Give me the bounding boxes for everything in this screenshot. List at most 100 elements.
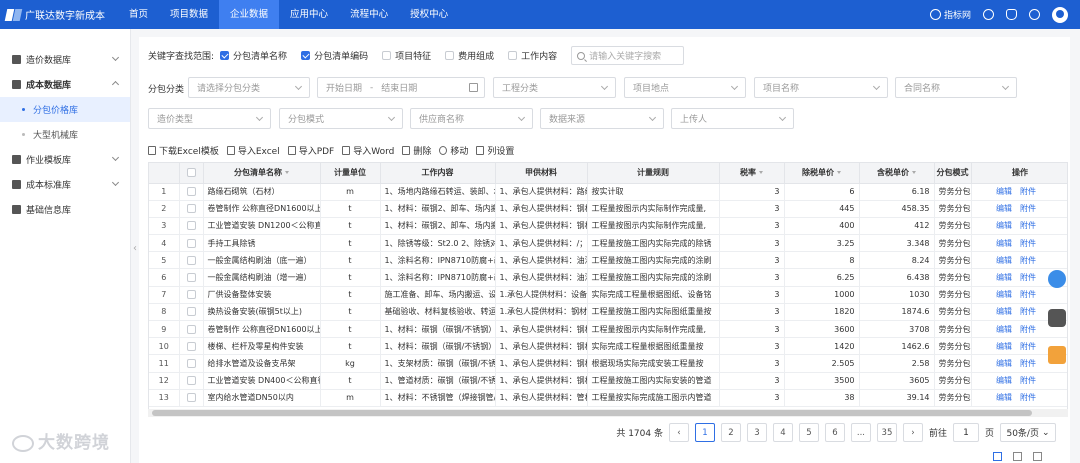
card-view-icon[interactable] xyxy=(1013,452,1022,461)
select-all-checkbox[interactable] xyxy=(186,168,196,178)
search-input[interactable]: 请输入关键字搜索 xyxy=(571,46,685,65)
cell-select[interactable] xyxy=(179,251,204,270)
sidebar-item-standards[interactable]: 成本标准库 xyxy=(0,172,130,197)
page-5[interactable]: 5 xyxy=(798,423,819,442)
download-template-button[interactable]: 下载Excel模板 xyxy=(148,144,219,157)
attachment-link[interactable]: 附件 xyxy=(1020,393,1036,402)
page-35[interactable]: 35 xyxy=(876,423,897,442)
sort-icon[interactable] xyxy=(837,171,841,175)
sort-icon[interactable] xyxy=(759,171,763,175)
column-settings-button[interactable]: 列设置 xyxy=(476,144,514,157)
table-row[interactable]: 6 一般金属结构刷油（增一遍）t1、涂料名称：IPN8710防腐+改性1、承包人提… xyxy=(149,268,1067,287)
grid-view-icon[interactable] xyxy=(993,452,1002,461)
nav-workflow-center[interactable]: 流程中心 xyxy=(339,0,399,29)
page-size-select[interactable]: 50条/页 ⌄ xyxy=(1000,423,1056,442)
edit-link[interactable]: 编辑 xyxy=(996,307,1012,316)
edit-link[interactable]: 编辑 xyxy=(996,342,1012,351)
attachment-link[interactable]: 附件 xyxy=(1020,325,1036,334)
row-checkbox[interactable] xyxy=(186,358,196,368)
prev-page-button[interactable]: ‹ xyxy=(668,423,689,442)
scrollbar-thumb[interactable] xyxy=(152,410,1032,416)
edit-link[interactable]: 编辑 xyxy=(996,376,1012,385)
table-row[interactable]: 10 楼梯、栏杆及零星构件安装 t 1、材料：碳钢（碳钢/不锈钢） 1、承包人提供材料：… xyxy=(149,337,1067,356)
edit-link[interactable]: 编辑 xyxy=(996,256,1012,265)
more-view-icon[interactable] xyxy=(1033,452,1042,461)
sidebar-collapse-icon[interactable]: ‹ xyxy=(133,243,137,254)
table-row[interactable]: 1 路缘石砌筑（石材）m1、场地内路缘石转运、装卸、堆1、承包人提供材料：路缘石按… xyxy=(149,183,1067,201)
sidebar-item-subcontract-price[interactable]: 分包价格库 xyxy=(0,97,130,122)
column-header-price-inc-tax[interactable]: 含税单价 xyxy=(859,163,935,184)
sidebar-item-costing-db[interactable]: 成本数据库 xyxy=(0,72,130,97)
page-2[interactable]: 2 xyxy=(720,423,741,442)
cell-select[interactable] xyxy=(179,320,204,339)
table-row[interactable]: 13 室内给水管道DN50以内 m 1、材料：不锈钢管（焊接钢管/E 1、承包人提供材料… xyxy=(149,389,1067,407)
import-excel-button[interactable]: 导入Excel xyxy=(226,144,280,157)
checkbox-icon[interactable] xyxy=(382,51,392,60)
checkbox-icon[interactable] xyxy=(508,51,518,60)
nav-enterprise-data[interactable]: 企业数据 xyxy=(219,0,280,29)
data-source-select[interactable]: 数据来源 xyxy=(540,108,664,129)
table-row[interactable]: 9 卷管制作 公称直径DN1600以上 t 1、材料：碳钢（碳钢/不锈钢） 1、承包人提… xyxy=(149,320,1067,339)
settings-icon[interactable] xyxy=(1029,9,1040,20)
table-row[interactable]: 11 给排水管道及设备支吊架 kg 1、支架材质：碳钢（碳钢/不锈 1、承包人提供材料：… xyxy=(149,354,1067,373)
row-checkbox[interactable] xyxy=(186,204,196,214)
row-checkbox[interactable] xyxy=(186,290,196,300)
work-type-select[interactable]: 工程分类 xyxy=(493,77,616,98)
project-location-select[interactable]: 项目地点 xyxy=(624,77,746,98)
date-range-picker[interactable]: 开始日期 - 结束日期 xyxy=(317,77,485,98)
attachment-link[interactable]: 附件 xyxy=(1020,204,1036,213)
sort-icon[interactable] xyxy=(285,171,289,175)
cell-select[interactable] xyxy=(179,354,204,373)
edit-link[interactable]: 编辑 xyxy=(996,393,1012,402)
attachment-link[interactable]: 附件 xyxy=(1020,359,1036,368)
uploader-select[interactable]: 上传人 xyxy=(671,108,794,129)
row-checkbox[interactable] xyxy=(186,273,196,283)
row-checkbox[interactable] xyxy=(186,187,196,197)
page-4[interactable]: 4 xyxy=(772,423,793,442)
index-net-link[interactable]: 指标网 xyxy=(929,8,971,21)
option-project-feature[interactable]: 项目特征 xyxy=(382,49,431,62)
checkbox-checked-icon[interactable] xyxy=(301,51,311,60)
cell-select[interactable] xyxy=(179,389,204,407)
attachment-link[interactable]: 附件 xyxy=(1020,307,1036,316)
attachment-link[interactable]: 附件 xyxy=(1020,290,1036,299)
project-name-select[interactable]: 项目名称 xyxy=(754,77,888,98)
cell-select[interactable] xyxy=(179,372,204,390)
next-page-button[interactable]: › xyxy=(902,423,923,442)
page-6[interactable]: 6 xyxy=(824,423,845,442)
location-icon[interactable] xyxy=(1048,270,1066,288)
nav-auth-center[interactable]: 授权中心 xyxy=(399,0,459,29)
sidebar-item-machinery[interactable]: 大型机械库 xyxy=(0,122,130,147)
cell-select[interactable] xyxy=(179,303,204,322)
row-checkbox[interactable] xyxy=(186,307,196,317)
sidebar-item-cost-db[interactable]: 造价数据库 xyxy=(0,47,130,72)
edit-link[interactable]: 编辑 xyxy=(996,325,1012,334)
edit-link[interactable]: 编辑 xyxy=(996,273,1012,282)
cell-select[interactable] xyxy=(179,234,204,253)
move-button[interactable]: 移动 xyxy=(439,144,468,157)
row-checkbox[interactable] xyxy=(186,376,196,386)
checkbox-checked-icon[interactable] xyxy=(220,51,230,60)
subcontract-category-select[interactable]: 请选择分包分类 xyxy=(188,77,310,98)
edit-link[interactable]: 编辑 xyxy=(996,204,1012,213)
nav-home[interactable]: 首页 xyxy=(118,0,159,29)
attachment-link[interactable]: 附件 xyxy=(1020,256,1036,265)
cell-select[interactable] xyxy=(179,268,204,287)
row-checkbox[interactable] xyxy=(186,221,196,231)
supplier-name-select[interactable]: 供应商名称 xyxy=(410,108,533,129)
edit-link[interactable]: 编辑 xyxy=(996,290,1012,299)
attachment-link[interactable]: 附件 xyxy=(1020,239,1036,248)
subcontract-mode-select[interactable]: 分包模式 xyxy=(279,108,403,129)
bell-icon[interactable] xyxy=(1006,9,1017,20)
cell-select[interactable] xyxy=(179,286,204,304)
row-checkbox[interactable] xyxy=(186,324,196,334)
column-header-price-ex-tax[interactable]: 除税单价 xyxy=(784,163,860,184)
chat-bot-icon[interactable] xyxy=(1048,309,1066,327)
delete-button[interactable]: 删除 xyxy=(402,144,431,157)
cell-select[interactable] xyxy=(179,217,204,236)
option-cost-composition[interactable]: 费用组成 xyxy=(445,49,494,62)
sidebar-item-templates[interactable]: 作业模板库 xyxy=(0,147,130,172)
nav-project-data[interactable]: 项目数据 xyxy=(159,0,219,29)
option-work-content[interactable]: 工作内容 xyxy=(508,49,557,62)
import-word-button[interactable]: 导入Word xyxy=(342,144,394,157)
